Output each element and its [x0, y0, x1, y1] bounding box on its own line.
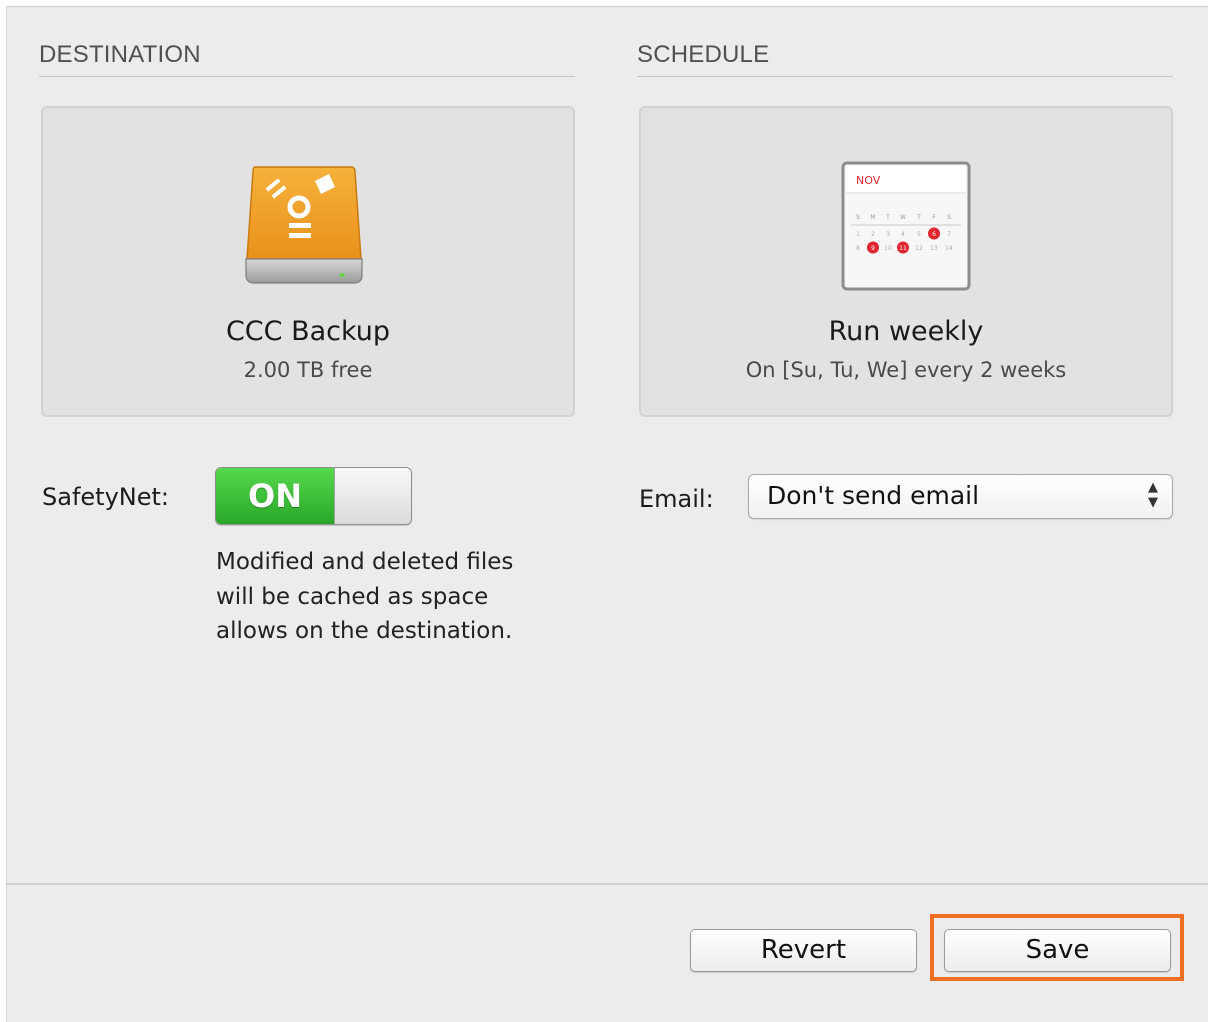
calendar-day: 6: [932, 231, 936, 238]
calendar-day: 3: [886, 231, 890, 238]
safetynet-description-line: will be cached as space: [216, 583, 489, 610]
calendar-weekday: W: [900, 214, 906, 221]
schedule-divider: [637, 76, 1173, 77]
email-select[interactable]: Don't send email ▲ ▼: [748, 474, 1173, 519]
calendar-day: 13: [930, 245, 938, 252]
toggle-on-label: ON: [216, 468, 334, 524]
calendar-weekday: M: [870, 214, 875, 221]
task-settings-panel: DESTINATION CCC Backup 2.00 TB free SCHE…: [6, 6, 1208, 1022]
destination-divider: [39, 76, 575, 77]
email-label: Email:: [639, 485, 714, 513]
calendar-day: 8: [856, 245, 860, 252]
calendar-day: 14: [945, 245, 953, 252]
email-select-value: Don't send email: [767, 481, 980, 510]
calendar-day: 5: [917, 231, 921, 238]
calendar-day: 7: [947, 231, 951, 238]
calendar-day: 11: [899, 245, 907, 252]
safetynet-description-line: Modified and deleted files: [216, 549, 514, 575]
schedule-selector[interactable]: NOV SMTWTFS 1234567 8 9 10 11 12 13 14 Run wee…: [639, 106, 1173, 417]
destination-free-space: 2.00 TB free: [243, 358, 373, 382]
destination-selector[interactable]: CCC Backup 2.00 TB free: [41, 106, 575, 417]
footer-divider: [6, 883, 1208, 885]
destination-section-title: DESTINATION: [39, 41, 201, 68]
calendar-icon: NOV SMTWTFS 1234567 8 9 10 11 12 13 14: [841, 161, 971, 291]
calendar-day: 1: [856, 231, 860, 238]
calendar-day: 2: [871, 231, 875, 238]
calendar-weekday: F: [932, 214, 936, 221]
calendar-day: 4: [901, 231, 905, 238]
calendar-weekday: S: [947, 214, 951, 221]
updown-arrows-icon: ▲ ▼: [1148, 480, 1158, 510]
safetynet-toggle[interactable]: ON: [215, 467, 412, 525]
toggle-knob[interactable]: [334, 468, 411, 524]
calendar-graphic: NOV SMTWTFS 1234567 8 9 10 11 12 13 14: [841, 161, 971, 291]
calendar-weekday: T: [916, 214, 921, 221]
destination-volume-name: CCC Backup: [225, 316, 391, 347]
schedule-section-title: SCHEDULE: [637, 41, 770, 68]
calendar-day: 10: [884, 245, 892, 252]
calendar-day: 9: [871, 245, 875, 252]
calendar-weekday: T: [885, 214, 890, 221]
firewire-drive-icon: [243, 163, 367, 293]
schedule-title: Run weekly: [828, 316, 984, 347]
revert-button[interactable]: Revert: [690, 929, 917, 972]
safetynet-description-line: allows on the destination.: [216, 618, 513, 644]
safetynet-label: SafetyNet:: [42, 483, 169, 511]
safetynet-description: Modified and deleted files will be cache…: [216, 545, 576, 649]
schedule-detail: On [Su, Tu, We] every 2 weeks: [745, 358, 1067, 382]
calendar-day: 12: [915, 245, 923, 252]
calendar-weekday: S: [856, 214, 860, 221]
calendar-month: NOV: [856, 174, 881, 187]
save-button-highlight: [930, 914, 1184, 981]
